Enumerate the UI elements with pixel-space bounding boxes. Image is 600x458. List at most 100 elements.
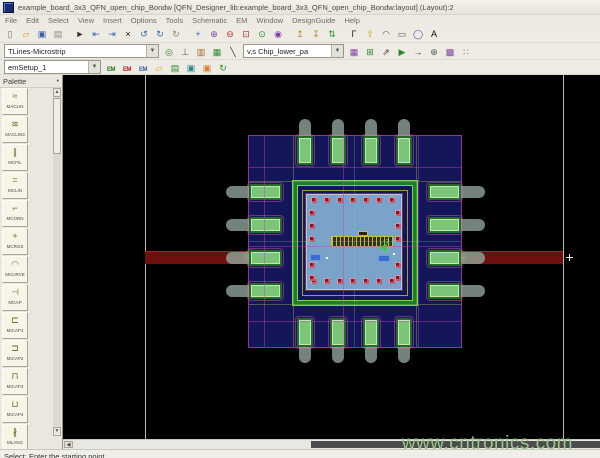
qfn-pad-right[interactable] xyxy=(428,184,461,200)
palette-item-mgap[interactable]: ⊣MGAP xyxy=(2,284,28,311)
qfn-pad-left[interactable] xyxy=(249,217,282,233)
delete-icon[interactable]: × xyxy=(121,28,135,41)
save-icon[interactable]: ▣ xyxy=(35,28,49,41)
die-bond-pad xyxy=(324,197,330,203)
bondwire-icon[interactable]: ⇗ xyxy=(379,46,393,59)
title-bar[interactable]: example_board_3x3_QFN_open_chip_Bondw [Q… xyxy=(0,0,600,15)
palette-item-micap3[interactable]: ⊓MICAP3 xyxy=(2,368,28,395)
qfn-pad-left[interactable] xyxy=(249,283,282,299)
qfn-pad-left[interactable] xyxy=(249,250,282,266)
zoom-in-icon[interactable]: ⊕ xyxy=(207,28,221,41)
menu-schematic[interactable]: Schematic xyxy=(192,16,227,25)
rotate-icon[interactable]: ↻ xyxy=(169,28,183,41)
mcurve-icon: ◠ xyxy=(3,257,27,272)
net-grid-icon[interactable]: ▩ xyxy=(443,46,457,59)
palette-item-micap1[interactable]: ⊏MICAP1 xyxy=(2,312,28,339)
move-layer-icon[interactable]: → xyxy=(411,46,425,59)
mclin-icon: = xyxy=(3,173,27,188)
insert-trace-icon[interactable]: Γ xyxy=(347,28,361,41)
menu-options[interactable]: Options xyxy=(131,16,157,25)
emsetup-combo[interactable]: emSetup_1 ▼ xyxy=(4,60,101,74)
chevron-down-icon[interactable]: ▼ xyxy=(88,61,100,73)
snap-grid-icon[interactable]: ∷ xyxy=(459,46,473,59)
qfn-pad-bottom[interactable] xyxy=(363,318,379,347)
zoom-out-icon[interactable]: ⊖ xyxy=(223,28,237,41)
menu-file[interactable]: File xyxy=(5,16,17,25)
qfn-pad-left[interactable] xyxy=(249,184,282,200)
scroll-down-icon[interactable]: ▼ xyxy=(53,427,61,436)
qfn-pad-bottom[interactable] xyxy=(297,318,313,347)
pin-icon[interactable]: • xyxy=(57,78,59,85)
zoom-prev-icon[interactable]: ◉ xyxy=(271,28,285,41)
component-palette-combo[interactable]: TLines-Microstrip ▼ xyxy=(4,44,159,58)
palette-item-mcorn[interactable]: ⌐MCORN xyxy=(2,200,28,227)
em-3d-preview-icon[interactable]: ▣ xyxy=(200,62,214,75)
zoom-full-icon[interactable]: ⊙ xyxy=(255,28,269,41)
design-kit-icon[interactable]: ▤ xyxy=(51,28,65,41)
menu-insert[interactable]: Insert xyxy=(103,16,122,25)
scrollbar-thumb[interactable] xyxy=(53,98,61,154)
qfn-pad-right[interactable] xyxy=(428,250,461,266)
layout-canvas[interactable]: 1 2 xyxy=(63,75,600,439)
menu-view[interactable]: View xyxy=(78,16,94,25)
palette-item-mcurve[interactable]: ◠MCURVE xyxy=(2,256,28,283)
insert-circle-icon[interactable]: ◯ xyxy=(411,28,425,41)
pointer-icon[interactable]: ► xyxy=(73,28,87,41)
zoom-area-icon[interactable]: ⊡ xyxy=(239,28,253,41)
scroll-left-icon[interactable]: ◀ xyxy=(64,441,73,448)
palette-item-maclin3[interactable]: ≋MACLIN3 xyxy=(2,116,28,143)
pop-hierarchy-icon[interactable]: ↧ xyxy=(309,28,323,41)
view-3d-icon[interactable]: ▣ xyxy=(184,62,198,75)
menu-edit[interactable]: Edit xyxy=(26,16,39,25)
menu-select[interactable]: Select xyxy=(48,16,69,25)
menu-help[interactable]: Help xyxy=(344,16,359,25)
sync-hierarchy-icon[interactable]: ⇅ xyxy=(325,28,339,41)
equal-space-v-icon[interactable]: ⇥ xyxy=(105,28,119,41)
qfn-pad-right[interactable] xyxy=(428,217,461,233)
origin-icon[interactable]: ⊕ xyxy=(427,46,441,59)
add-port-grid-icon[interactable]: ⊞ xyxy=(363,46,377,59)
play-layer-icon[interactable]: ▶ xyxy=(395,46,409,59)
palette-item-micap2[interactable]: ⊐MICAP2 xyxy=(2,340,28,367)
palette-item-mcros[interactable]: +MCROS xyxy=(2,228,28,255)
menu-tools[interactable]: Tools xyxy=(166,16,184,25)
qfn-pad-top[interactable] xyxy=(363,136,379,165)
insert-arc-icon[interactable]: ◠ xyxy=(379,28,393,41)
menu-designguide[interactable]: DesignGuide xyxy=(292,16,335,25)
palette-scrollbar[interactable]: ▲ ▼ xyxy=(53,88,61,435)
move-icon[interactable]: + xyxy=(191,28,205,41)
substrate-editor-icon[interactable]: ▤ xyxy=(168,62,182,75)
push-hierarchy-icon[interactable]: ↥ xyxy=(293,28,307,41)
undo-icon[interactable]: ↺ xyxy=(137,28,151,41)
menu-window[interactable]: Window xyxy=(256,16,283,25)
redo-icon[interactable]: ↻ xyxy=(153,28,167,41)
palette-header[interactable]: Palette • xyxy=(0,75,62,88)
qfn-pad-bottom[interactable] xyxy=(396,318,412,347)
insert-rectangle-icon[interactable]: ▭ xyxy=(395,28,409,41)
momentum-refresh-icon[interactable]: ↻ xyxy=(216,62,230,75)
new-file-icon[interactable]: ▯ xyxy=(3,28,17,41)
chevron-down-icon[interactable]: ▼ xyxy=(331,45,343,57)
insert-arrow-path-icon[interactable]: ⇧ xyxy=(363,28,377,41)
equal-space-h-icon[interactable]: ⇤ xyxy=(89,28,103,41)
layer-select-combo[interactable]: v,s Chip_lower_pa ▼ xyxy=(243,44,344,58)
qfn-pad-top[interactable] xyxy=(297,136,313,165)
qfn-pad-right[interactable] xyxy=(428,283,461,299)
palette-item-mcfil[interactable]: ∥MCFIL xyxy=(2,144,28,171)
layer-grid-icon[interactable]: ▦ xyxy=(347,46,361,59)
open-folder-icon[interactable]: ▱ xyxy=(19,28,33,41)
palette-item-micap4[interactable]: ⊔MICAP4 xyxy=(2,396,28,423)
die-bond-pad xyxy=(389,197,395,203)
palette-item-maclin[interactable]: ≈MACLIN xyxy=(2,88,28,115)
chevron-down-icon[interactable]: ▼ xyxy=(146,45,158,57)
palette-item-mclin[interactable]: =MCLIN xyxy=(2,172,28,199)
mcorn-icon: ⌐ xyxy=(3,201,27,216)
scroll-up-icon[interactable]: ▲ xyxy=(53,88,61,97)
status-text: Select: Enter the starting point xyxy=(4,452,104,458)
palette-item-mlang[interactable]: ∦MLANG xyxy=(2,424,28,449)
qfn-pad-top[interactable] xyxy=(396,136,412,165)
layer-select-combo-value: v,s Chip_lower_pa xyxy=(247,47,308,56)
em-results-folder-icon[interactable]: ▱ xyxy=(152,62,166,75)
menu-em[interactable]: EM xyxy=(236,16,247,25)
insert-text-icon[interactable]: A xyxy=(427,28,441,41)
